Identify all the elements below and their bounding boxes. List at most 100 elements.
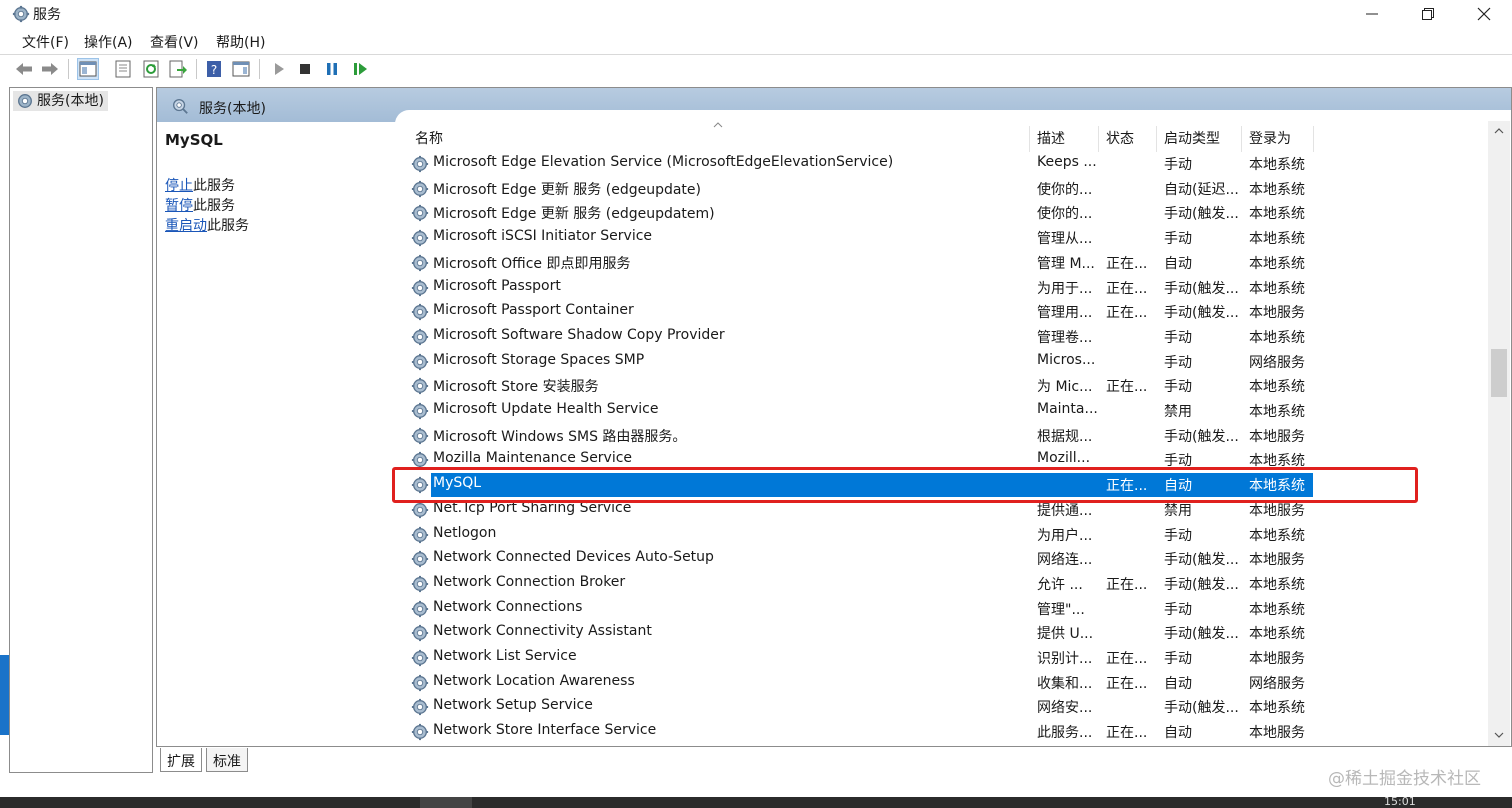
table-row[interactable]: Network Setup Service 网络安... 手动(触发... 本地系统 bbox=[395, 695, 1315, 719]
cell-description: 识别计... bbox=[1037, 651, 1093, 667]
table-row[interactable]: Network Connection Broker 允许 ... 正在... 手动(触… bbox=[395, 572, 1315, 596]
cell-startup-type: 手动 bbox=[1164, 330, 1192, 346]
column-separator[interactable] bbox=[1029, 126, 1030, 152]
column-separator[interactable] bbox=[1098, 126, 1099, 152]
tree-node-services-local[interactable]: 服务(本地) bbox=[13, 91, 108, 111]
table-row[interactable]: Microsoft iSCSI Initiator Service 管理从... 手… bbox=[395, 226, 1315, 250]
column-header-description[interactable]: 描述 bbox=[1037, 126, 1065, 152]
table-row[interactable]: Microsoft Storage Spaces SMP Micros... 手动 网… bbox=[395, 350, 1315, 374]
table-row[interactable]: Microsoft Store 安装服务 为 Mic... 正在... 手动 本地系统 bbox=[395, 374, 1315, 398]
show-hide-tree-button[interactable] bbox=[77, 58, 99, 80]
cell-status: 正在... bbox=[1106, 305, 1148, 321]
scroll-down-icon[interactable] bbox=[1493, 729, 1505, 741]
cell-startup-type: 手动 bbox=[1164, 231, 1192, 247]
gear-icon bbox=[411, 723, 429, 741]
column-header-status[interactable]: 状态 bbox=[1106, 126, 1134, 152]
column-separator[interactable] bbox=[1156, 126, 1157, 152]
column-header-log-on-as[interactable]: 登录为 bbox=[1249, 126, 1291, 152]
refresh-button[interactable] bbox=[140, 58, 162, 80]
table-row[interactable]: Network Connections 管理"... 手动 本地系统 bbox=[395, 597, 1315, 621]
cell-name: Microsoft Windows SMS 路由器服务。 bbox=[433, 429, 687, 445]
cell-startup-type: 手动(触发... bbox=[1164, 305, 1239, 321]
cell-startup-type: 自动 bbox=[1164, 725, 1192, 741]
cell-description: 根据规... bbox=[1037, 429, 1093, 445]
cell-status: 正在... bbox=[1106, 256, 1148, 272]
table-row[interactable]: Microsoft Windows SMS 路由器服务。 根据规... 手动(触发.… bbox=[395, 424, 1315, 448]
forward-button[interactable] bbox=[39, 58, 61, 80]
cell-startup-type: 自动(延迟... bbox=[1164, 182, 1239, 198]
cell-log-on-as: 本地服务 bbox=[1249, 429, 1305, 445]
gear-icon bbox=[411, 254, 429, 272]
stop-service-link[interactable]: 停止 bbox=[165, 178, 193, 194]
table-row[interactable]: Microsoft Edge 更新 服务 (edgeupdatem) 使你的...… bbox=[395, 201, 1315, 225]
minimize-button[interactable] bbox=[1344, 0, 1400, 28]
selected-service-name: MySQL bbox=[165, 131, 223, 149]
back-button[interactable] bbox=[13, 58, 35, 80]
table-row[interactable]: Network Location Awareness 收集和... 正在... 自动 网… bbox=[395, 671, 1315, 695]
table-row[interactable]: Netlogon 为用户... 手动 本地系统 bbox=[395, 523, 1315, 547]
scroll-up-icon[interactable] bbox=[1493, 125, 1505, 137]
restore-button[interactable] bbox=[1400, 0, 1456, 28]
taskbar-item[interactable] bbox=[420, 797, 472, 808]
table-row[interactable]: Network Connectivity Assistant 提供 U... 手动(… bbox=[395, 621, 1315, 645]
table-row[interactable]: Microsoft Office 即点即用服务 管理 M... 正在... 自动 本地系… bbox=[395, 251, 1315, 275]
cell-description: 管理 M... bbox=[1037, 256, 1095, 272]
pause-service-button[interactable] bbox=[321, 58, 343, 80]
cell-log-on-as: 本地系统 bbox=[1249, 206, 1305, 222]
column-separator[interactable] bbox=[1313, 126, 1314, 152]
properties-button[interactable] bbox=[112, 58, 134, 80]
column-header-startup-type[interactable]: 启动类型 bbox=[1164, 126, 1220, 152]
gear-icon bbox=[411, 674, 429, 692]
menu-view[interactable]: 查看(V) bbox=[150, 32, 199, 52]
cell-name: Microsoft Edge 更新 服务 (edgeupdate) bbox=[433, 182, 701, 198]
gear-icon bbox=[411, 550, 429, 568]
menu-file[interactable]: 文件(F) bbox=[22, 32, 69, 52]
cell-name: Microsoft Passport bbox=[433, 278, 561, 294]
column-separator[interactable] bbox=[1241, 126, 1242, 152]
stop-service-icon bbox=[300, 64, 310, 74]
restore-icon bbox=[1422, 8, 1434, 20]
cell-description: 提供通... bbox=[1037, 503, 1093, 519]
cell-name: Microsoft Edge 更新 服务 (edgeupdatem) bbox=[433, 206, 715, 222]
table-row[interactable]: Network List Service 识别计... 正在... 手动 本地服务 bbox=[395, 646, 1315, 670]
table-row[interactable]: Microsoft Passport Container 管理用... 正在... 手… bbox=[395, 300, 1315, 324]
restart-service-link[interactable]: 重启动 bbox=[165, 218, 207, 234]
cell-startup-type: 手动(触发... bbox=[1164, 281, 1239, 297]
stop-service-button[interactable] bbox=[294, 58, 316, 80]
table-row[interactable]: Microsoft Passport 为用于... 正在... 手动(触发... 本地系… bbox=[395, 276, 1315, 300]
gear-icon bbox=[411, 649, 429, 667]
close-button[interactable] bbox=[1456, 0, 1512, 28]
cell-startup-type: 自动 bbox=[1164, 256, 1192, 272]
start-service-button[interactable] bbox=[268, 58, 290, 80]
menu-action[interactable]: 操作(A) bbox=[84, 32, 133, 52]
export-list-button[interactable] bbox=[167, 58, 189, 80]
table-row[interactable]: Network Connected Devices Auto-Setup 网络连.… bbox=[395, 547, 1315, 571]
table-row[interactable]: Microsoft Edge Elevation Service (Micros… bbox=[395, 152, 1315, 176]
services-list: 名称 描述 状态 启动类型 登录为 Microsoft Edge Elevati… bbox=[395, 122, 1511, 746]
column-header-name[interactable]: 名称 bbox=[415, 126, 443, 152]
table-row[interactable]: Microsoft Edge 更新 服务 (edgeupdate) 使你的... 自… bbox=[395, 177, 1315, 201]
cell-status: 正在... bbox=[1106, 725, 1148, 741]
restart-service-button[interactable] bbox=[349, 58, 371, 80]
taskbar-clock: 15:01 bbox=[1384, 795, 1416, 808]
help-button[interactable]: ? bbox=[203, 58, 225, 80]
cell-description: Micros... bbox=[1037, 352, 1096, 368]
menu-help[interactable]: 帮助(H) bbox=[216, 32, 265, 52]
scrollbar-thumb[interactable] bbox=[1491, 349, 1507, 397]
cell-status: 正在... bbox=[1106, 379, 1148, 395]
restart-service-action: 重启动此服务 bbox=[165, 218, 249, 234]
tab-extended[interactable]: 扩展 bbox=[160, 748, 202, 772]
table-row[interactable]: Microsoft Software Shadow Copy Provider 管… bbox=[395, 325, 1315, 349]
pause-service-link[interactable]: 暂停 bbox=[165, 198, 193, 214]
vertical-scrollbar[interactable] bbox=[1488, 121, 1510, 746]
tab-standard[interactable]: 标准 bbox=[206, 748, 248, 772]
cell-name: Microsoft Edge Elevation Service (Micros… bbox=[433, 154, 894, 170]
cell-description: 允许 ... bbox=[1037, 577, 1083, 593]
show-hide-console-tree-icon bbox=[79, 61, 97, 77]
gear-icon bbox=[411, 600, 429, 618]
close-icon bbox=[1477, 7, 1491, 21]
table-row[interactable]: Microsoft Update Health Service Mainta...… bbox=[395, 399, 1315, 423]
show-action-pane-button[interactable] bbox=[230, 58, 252, 80]
cell-startup-type: 手动(触发... bbox=[1164, 429, 1239, 445]
table-row[interactable]: Network Store Interface Service 此服务... 正在.… bbox=[395, 720, 1315, 744]
